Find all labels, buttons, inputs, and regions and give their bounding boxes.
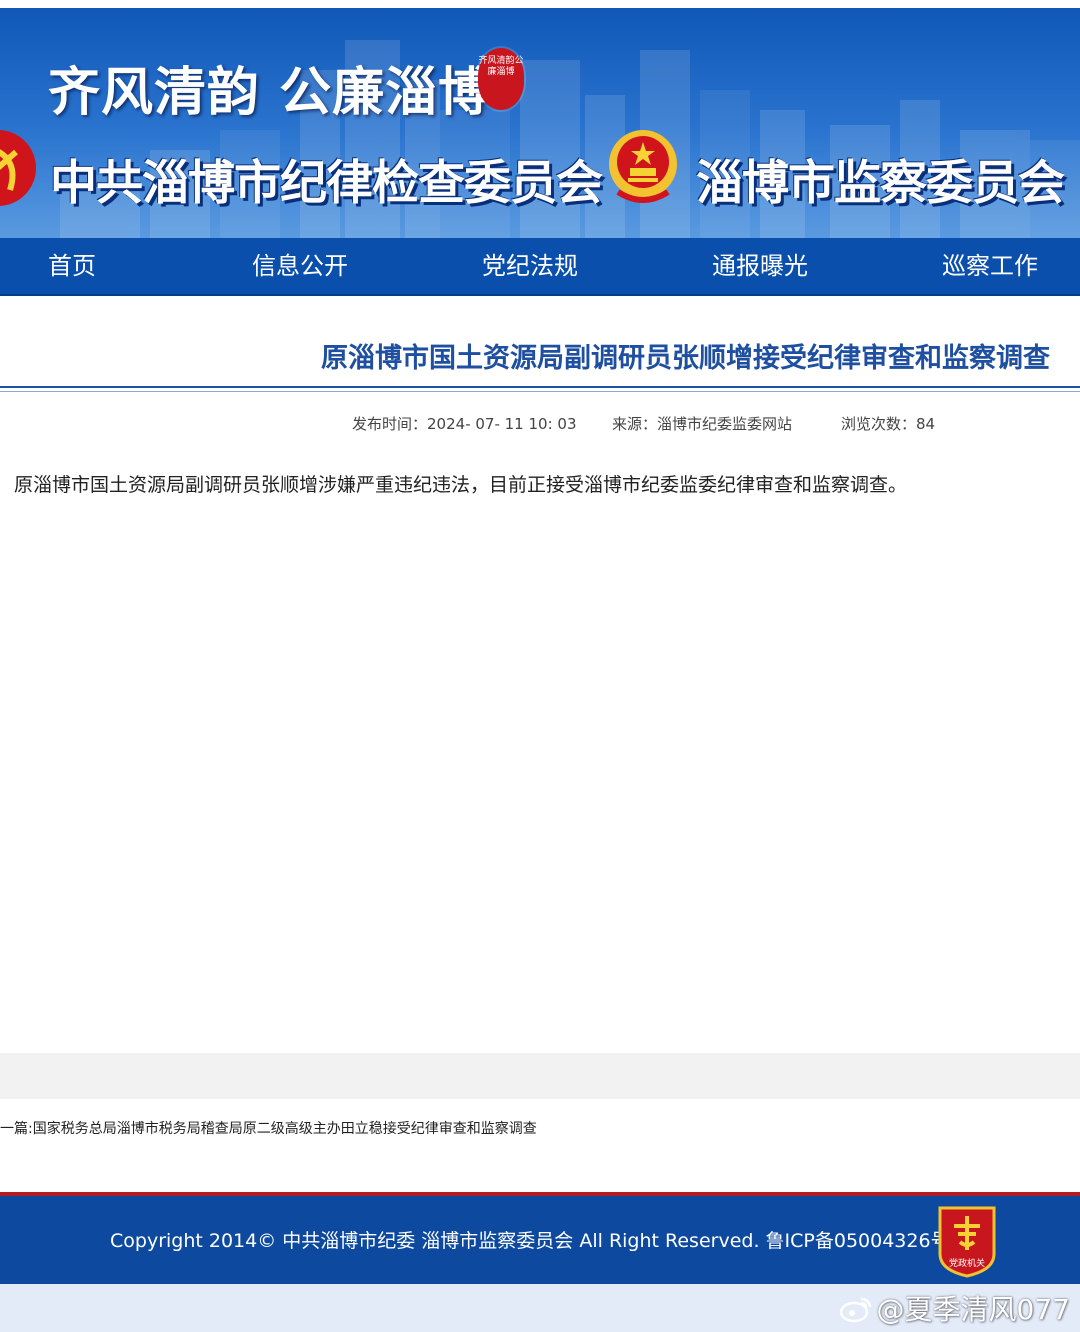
views-label: 浏览次数：	[841, 415, 917, 433]
supervision-name: 淄博市监察委员会	[696, 156, 1065, 211]
publish-time: 发布时间：2024- 07- 11 10: 03	[352, 413, 577, 434]
watermark-text: @夏季清风077	[876, 1293, 1070, 1326]
nav-item-home[interactable]: 首页	[48, 238, 96, 294]
source-label: 来源：	[612, 415, 658, 433]
nav-item-info[interactable]: 信息公开	[252, 238, 348, 294]
previous-article-label: 一篇:	[0, 1121, 33, 1137]
article-body: 原淄博市国土资源局副调研员张顺增涉嫌严重违纪违法，目前正接受淄博市纪委监委纪律审…	[14, 474, 908, 496]
previous-article-title: 国家税务总局淄博市税务局稽查局原二级高级主办田立稳接受纪律审查和监察调查	[32, 1121, 537, 1137]
slogan-seal-icon: 齐风清韵公廉淄博	[478, 48, 524, 110]
site-footer: Copyright 2014© 中共淄博市纪委 淄博市监察委员会 All Rig…	[0, 1192, 1080, 1284]
views-value: 84	[916, 415, 936, 433]
view-count: 浏览次数：84	[841, 413, 935, 434]
title-divider	[0, 386, 1080, 388]
commission-name: 中共淄博市纪律检查委员会	[50, 156, 603, 211]
weibo-watermark: @夏季清风077	[839, 1288, 1070, 1328]
banner-slogan: 齐风清韵 公廉淄博	[48, 62, 492, 123]
publish-time-value: 2024- 07- 11 10: 03	[427, 415, 577, 433]
badge-text: 党政机关	[949, 1257, 985, 1269]
source-value: 淄博市纪委监委网站	[657, 415, 793, 433]
main-nav: 首页 信息公开 党纪法规 通报曝光 巡察工作	[0, 238, 1080, 296]
nav-item-exposure[interactable]: 通报曝光	[712, 238, 808, 294]
copyright-text: Copyright 2014© 中共淄博市纪委 淄博市监察委员会 All Rig…	[110, 1230, 950, 1252]
party-emblem-icon	[0, 130, 36, 206]
article-title: 原淄博市国土资源局副调研员张顺增接受纪律审查和监察调查	[321, 343, 1050, 374]
article-end-band	[0, 1053, 1080, 1099]
government-site-badge-icon[interactable]: 党政机关	[936, 1204, 998, 1278]
header-banner: 齐风清韵 公廉淄博 齐风清韵公廉淄博 中共淄博市纪律检查委员会 淄博市监察委员会	[0, 0, 1080, 238]
article-source: 来源：淄博市纪委监委网站	[612, 413, 792, 434]
title-divider-thin	[0, 391, 1080, 392]
nav-item-patrol[interactable]: 巡察工作	[942, 238, 1038, 294]
publish-time-label: 发布时间：	[352, 415, 428, 433]
weibo-icon	[839, 1297, 871, 1323]
national-emblem-icon	[609, 130, 677, 203]
nav-item-rules[interactable]: 党纪法规	[482, 238, 578, 294]
previous-article-link[interactable]: 一篇:国家税务总局淄博市税务局稽查局原二级高级主办田立稳接受纪律审查和监察调查	[0, 1118, 537, 1138]
